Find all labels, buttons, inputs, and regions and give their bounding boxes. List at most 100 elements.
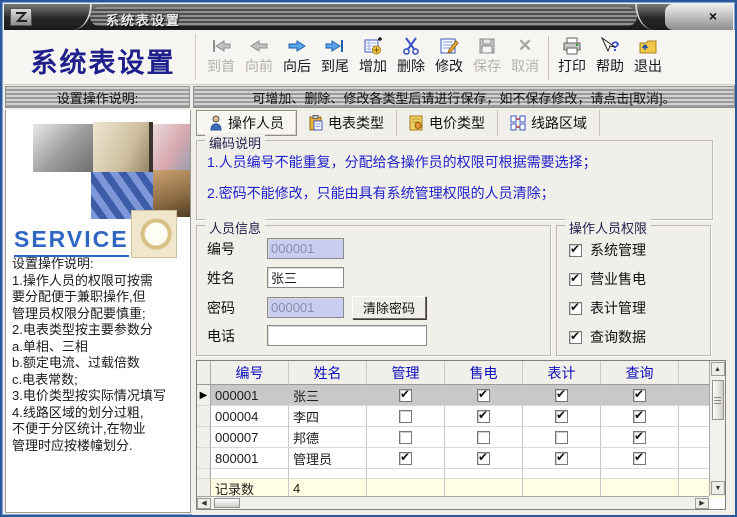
col-header-query[interactable]: 查询 (601, 361, 679, 385)
print-button[interactable]: 打印 (553, 34, 591, 82)
cell-checkbox[interactable] (555, 389, 568, 402)
header: 系统表设置 到首 向前 向后 (4, 30, 737, 85)
coding-notes-group: 编码说明 1.人员编号不能重复，分配给各操作员的权限可根据需要选择； 2.密码不… (196, 140, 713, 220)
row-selector[interactable] (197, 406, 211, 427)
scroll-right-icon[interactable]: ▶ (695, 498, 709, 509)
edit-icon (439, 34, 459, 58)
row-selector[interactable]: ▶ (197, 385, 211, 406)
toolbar-separator (548, 36, 549, 80)
svg-text:?: ? (611, 38, 620, 54)
cell-checkbox[interactable] (399, 389, 412, 402)
table-row[interactable]: 000004 李四 (197, 406, 725, 427)
grid-vertical-scrollbar[interactable]: ▲ ▼ (709, 361, 725, 496)
grid-horizontal-scrollbar[interactable]: ◀ ▶ (197, 496, 709, 509)
service-logo: SERVICE (14, 226, 129, 257)
cell-checkbox[interactable] (633, 389, 646, 402)
cell-checkbox[interactable] (477, 410, 490, 423)
cancel-button[interactable]: ✕ 取消 (506, 34, 544, 82)
tab-price-type[interactable]: 电价类型 (397, 110, 498, 136)
tab-meter-type[interactable]: 电表类型 (297, 110, 397, 136)
add-record-button[interactable]: 增加 (354, 34, 392, 82)
table-row[interactable]: 000007 邦德 (197, 427, 725, 448)
cell-checkbox[interactable] (399, 410, 412, 423)
photo-watch (131, 210, 177, 258)
table-row[interactable]: 800001 管理员 (197, 448, 725, 469)
col-header-meter[interactable]: 表计 (523, 361, 601, 385)
grid-header-row: 编号 姓名 管理 售电 表计 查询 (197, 361, 725, 385)
area-boxes-icon (510, 115, 526, 131)
cell-checkbox[interactable] (477, 431, 490, 444)
cell-checkbox[interactable] (477, 452, 490, 465)
cell-checkbox[interactable] (399, 452, 412, 465)
help-button[interactable]: ? 帮助 (591, 34, 629, 82)
hint-bar: 可增加、删除、修改各类型后请进行保存，如不保存修改，请点击[取消]。 (193, 86, 735, 108)
photo-tools (33, 124, 93, 172)
close-icon[interactable]: × (703, 8, 723, 26)
app-window: 系统表设置 × 系统表设置 到首 向前 向后 (0, 0, 737, 517)
cell-checkbox[interactable] (633, 431, 646, 444)
perm-sales-checkbox[interactable] (569, 273, 582, 286)
cell-checkbox[interactable] (399, 431, 412, 444)
col-header-manage[interactable]: 管理 (367, 361, 445, 385)
clear-password-button[interactable]: 清除密码 (352, 296, 426, 319)
cell-checkbox[interactable] (633, 452, 646, 465)
sidebar-caption-bar: 设置操作说明: (5, 86, 190, 108)
cell-checkbox[interactable] (555, 431, 568, 444)
table-row[interactable]: ▶ 000001 张三 (197, 385, 725, 406)
window-title: 系统表设置 (106, 10, 181, 29)
coding-notes-title: 编码说明 (205, 133, 265, 152)
phone-field[interactable] (267, 325, 427, 346)
sidebar-instructions: 设置操作说明: 1.操作人员的权限可按需 要分配便于兼职操作,但 管理员权限分配… (12, 256, 190, 454)
last-record-button[interactable]: 到尾 (316, 34, 354, 82)
person-icon (209, 115, 223, 131)
col-header-name[interactable]: 姓名 (289, 361, 367, 385)
scroll-up-icon[interactable]: ▲ (711, 362, 725, 376)
scroll-down-icon[interactable]: ▼ (711, 481, 725, 495)
sidebar: SERVICE 设置操作说明: 1.操作人员的权限可按需 要分配便于兼职操作,但… (5, 110, 191, 513)
code-label: 编号 (207, 239, 267, 259)
exit-button[interactable]: 退出 (629, 34, 667, 82)
password-field[interactable] (267, 297, 344, 318)
prev-record-icon (248, 34, 270, 58)
grid-corner (197, 361, 211, 385)
first-record-icon (210, 34, 232, 58)
photo-instruments (153, 124, 191, 170)
cell-checkbox[interactable] (633, 410, 646, 423)
save-floppy-icon (478, 34, 496, 58)
cell-checkbox[interactable] (555, 452, 568, 465)
help-icon: ? (599, 34, 621, 58)
row-selector[interactable] (197, 448, 211, 469)
cell-checkbox[interactable] (477, 389, 490, 402)
perm-query-checkbox[interactable] (569, 331, 582, 344)
vscroll-thumb[interactable] (712, 380, 724, 420)
tab-line-area[interactable]: 线路区域 (498, 110, 600, 136)
empty-row (197, 469, 725, 479)
col-header-id[interactable]: 编号 (211, 361, 289, 385)
perm-meter-checkbox[interactable] (569, 302, 582, 315)
page-title: 系统表设置 (14, 41, 192, 80)
row-selector[interactable] (197, 427, 211, 448)
permissions-group: 操作人员权限 系统管理 营业售电 表计管理 查询数据 (556, 225, 711, 356)
col-header-filler (679, 361, 709, 385)
hscroll-thumb[interactable] (214, 498, 240, 508)
scroll-left-icon[interactable]: ◀ (197, 498, 211, 509)
perm-system-checkbox[interactable] (569, 244, 582, 257)
edit-record-button[interactable]: 修改 (430, 34, 468, 82)
coding-note-2: 2.密码不能修改，只能由具有系统管理权限的人员清除； (207, 183, 712, 203)
password-label: 密码 (207, 298, 267, 318)
titlebar-curve-left (64, 4, 92, 30)
name-field[interactable] (267, 267, 344, 288)
first-record-button[interactable]: 到首 (202, 34, 240, 82)
prev-record-button[interactable]: 向前 (240, 34, 278, 82)
delete-record-button[interactable]: 删除 (392, 34, 430, 82)
price-book-icon (409, 115, 424, 131)
phone-label: 电话 (207, 326, 267, 346)
next-record-button[interactable]: 向后 (278, 34, 316, 82)
code-field[interactable] (267, 238, 344, 259)
cell-checkbox[interactable] (555, 410, 568, 423)
photo-pen (93, 122, 153, 172)
col-header-sale[interactable]: 售电 (445, 361, 523, 385)
toolbar: 到首 向前 向后 到尾 (202, 34, 667, 82)
save-button[interactable]: 保存 (468, 34, 506, 82)
name-label: 姓名 (207, 268, 267, 288)
